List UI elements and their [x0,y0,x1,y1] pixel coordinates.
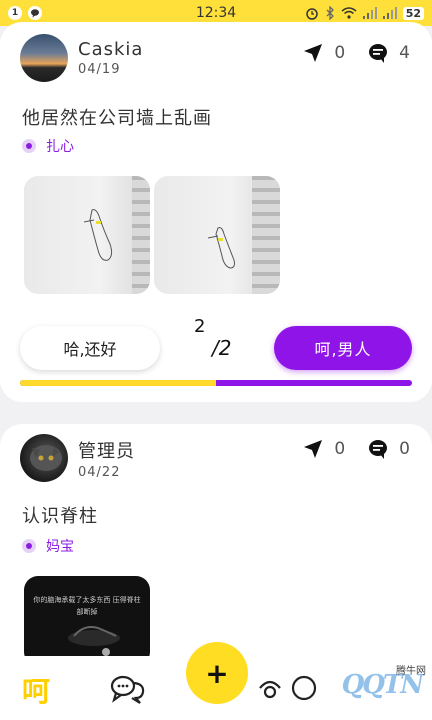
post-tag[interactable]: 扎心 [22,136,74,156]
comment-count: 0 [399,439,410,459]
user-meta: Caskia 04/19 [78,39,143,77]
nav-profile[interactable] [290,674,318,702]
comment-count: 4 [399,43,410,63]
signal-icon [362,7,377,19]
post-text[interactable]: 认识脊柱 [22,502,98,528]
post-date: 04/22 [78,464,121,480]
post-image-2[interactable] [154,176,280,294]
post-date: 04/19 [78,62,121,77]
nav-discover[interactable] [256,674,284,702]
spine-image-art [68,626,120,666]
notification-badge: 1 [8,6,22,20]
post-image-1[interactable]: 你的脑海承载了太多东西 压得脊柱部断掉 [24,576,150,666]
comment-stat[interactable]: 4 [367,42,410,64]
drawing-sketch [83,209,113,261]
status-right: 52 [305,6,424,20]
signal-icon-2 [382,7,397,19]
share-count: 0 [334,439,346,459]
bottom-nav: 呵 + QQTN 腾牛网 [0,642,432,720]
share-stat[interactable]: 0 [302,438,345,460]
page-total: /2 [212,336,232,360]
post-card[interactable]: Caskia 04/19 0 4 他居然在公司墙上乱画 扎心 哈,还好 2 /2… [0,22,432,402]
nav-messages[interactable] [110,674,146,704]
username[interactable]: Caskia [78,39,143,60]
discover-icon [259,680,281,699]
chat-notification-icon [28,6,42,20]
avatar[interactable] [20,434,68,482]
avatar[interactable] [20,34,68,82]
tag-label: 扎心 [46,139,74,155]
post-header: Caskia 04/19 [20,34,143,82]
wifi-icon [341,7,357,19]
comment-icon [369,44,388,63]
post-image-1[interactable] [24,176,150,294]
vote-right-button[interactable]: 呵,男人 [274,326,412,370]
share-stat[interactable]: 0 [302,42,345,64]
vote-progress-bar [20,380,412,386]
post-stats: 0 4 [288,42,410,64]
comment-icon [369,440,388,459]
status-time: 12:34 [195,5,237,21]
tag-label: 妈宝 [46,539,74,555]
send-icon [304,44,323,62]
vote-progress-fill [20,380,216,386]
post-header: 管理员 04/22 [20,434,135,482]
watermark-text: 腾牛网 [396,666,426,677]
add-post-button[interactable]: + [186,642,248,704]
vote-row: 哈,还好 2 /2 呵,男人 [20,316,412,372]
chat-bubbles-icon [110,675,145,704]
post-text[interactable]: 他居然在公司墙上乱画 [22,104,212,130]
bluetooth-icon [326,6,334,20]
vote-left-button[interactable]: 哈,还好 [20,326,160,370]
username[interactable]: 管理员 [78,437,135,463]
comment-stat[interactable]: 0 [367,438,410,460]
post-stats: 0 0 [288,438,410,460]
user-meta: 管理员 04/22 [78,437,135,480]
status-left: 1 [8,6,42,20]
nav-home[interactable]: 呵 [22,670,50,710]
post-tag[interactable]: 妈宝 [22,536,74,556]
tag-dot-icon [22,139,36,153]
send-icon [304,440,323,458]
page-current: 2 [194,316,206,337]
tag-dot-icon [22,539,36,553]
image-page-counter: 2 /2 [192,316,252,372]
share-count: 0 [334,43,346,63]
profile-icon [291,675,317,701]
drawing-sketch [207,227,235,269]
battery-indicator: 52 [402,6,424,20]
cat-avatar-image [30,445,62,471]
alarm-icon [305,8,318,20]
